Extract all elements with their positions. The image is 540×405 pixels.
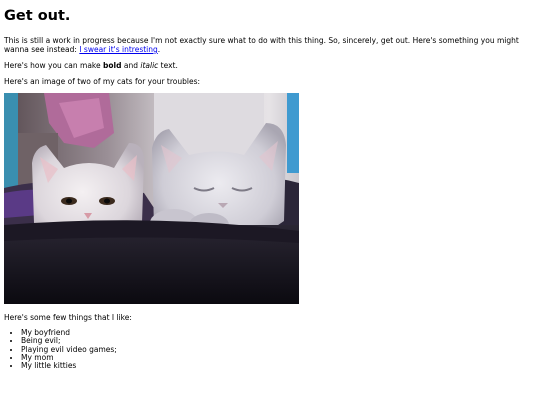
page-title: Get out. (4, 8, 71, 24)
formatting-paragraph: Here's how you can make bold and italic … (4, 61, 524, 70)
formatting-middle: and (121, 61, 141, 70)
cats-photo (4, 93, 299, 304)
bold-word: bold (103, 61, 122, 70)
page-content: Get out. This is still a work in progres… (0, 0, 540, 370)
likes-intro: Here's some few things that I like: (4, 313, 132, 322)
likes-list: My boyfriend Being evil; Playing evil vi… (4, 328, 536, 370)
list-item: My mom (21, 353, 536, 362)
cats-photo-drawing (4, 93, 299, 304)
formatting-before: Here's how you can make (4, 61, 103, 70)
italic-word: italic (140, 61, 159, 70)
intro-period: . (157, 45, 161, 54)
list-item: My little kitties (21, 361, 536, 370)
list-item: My boyfriend (21, 328, 536, 337)
intro-paragraph: This is still a work in progress because… (4, 36, 524, 54)
formatting-after: text. (158, 61, 178, 70)
interesting-link[interactable]: I swear it's intresting (79, 45, 157, 54)
image-caption: Here's an image of two of my cats for yo… (4, 77, 201, 86)
list-item: Playing evil video games; (21, 345, 536, 354)
